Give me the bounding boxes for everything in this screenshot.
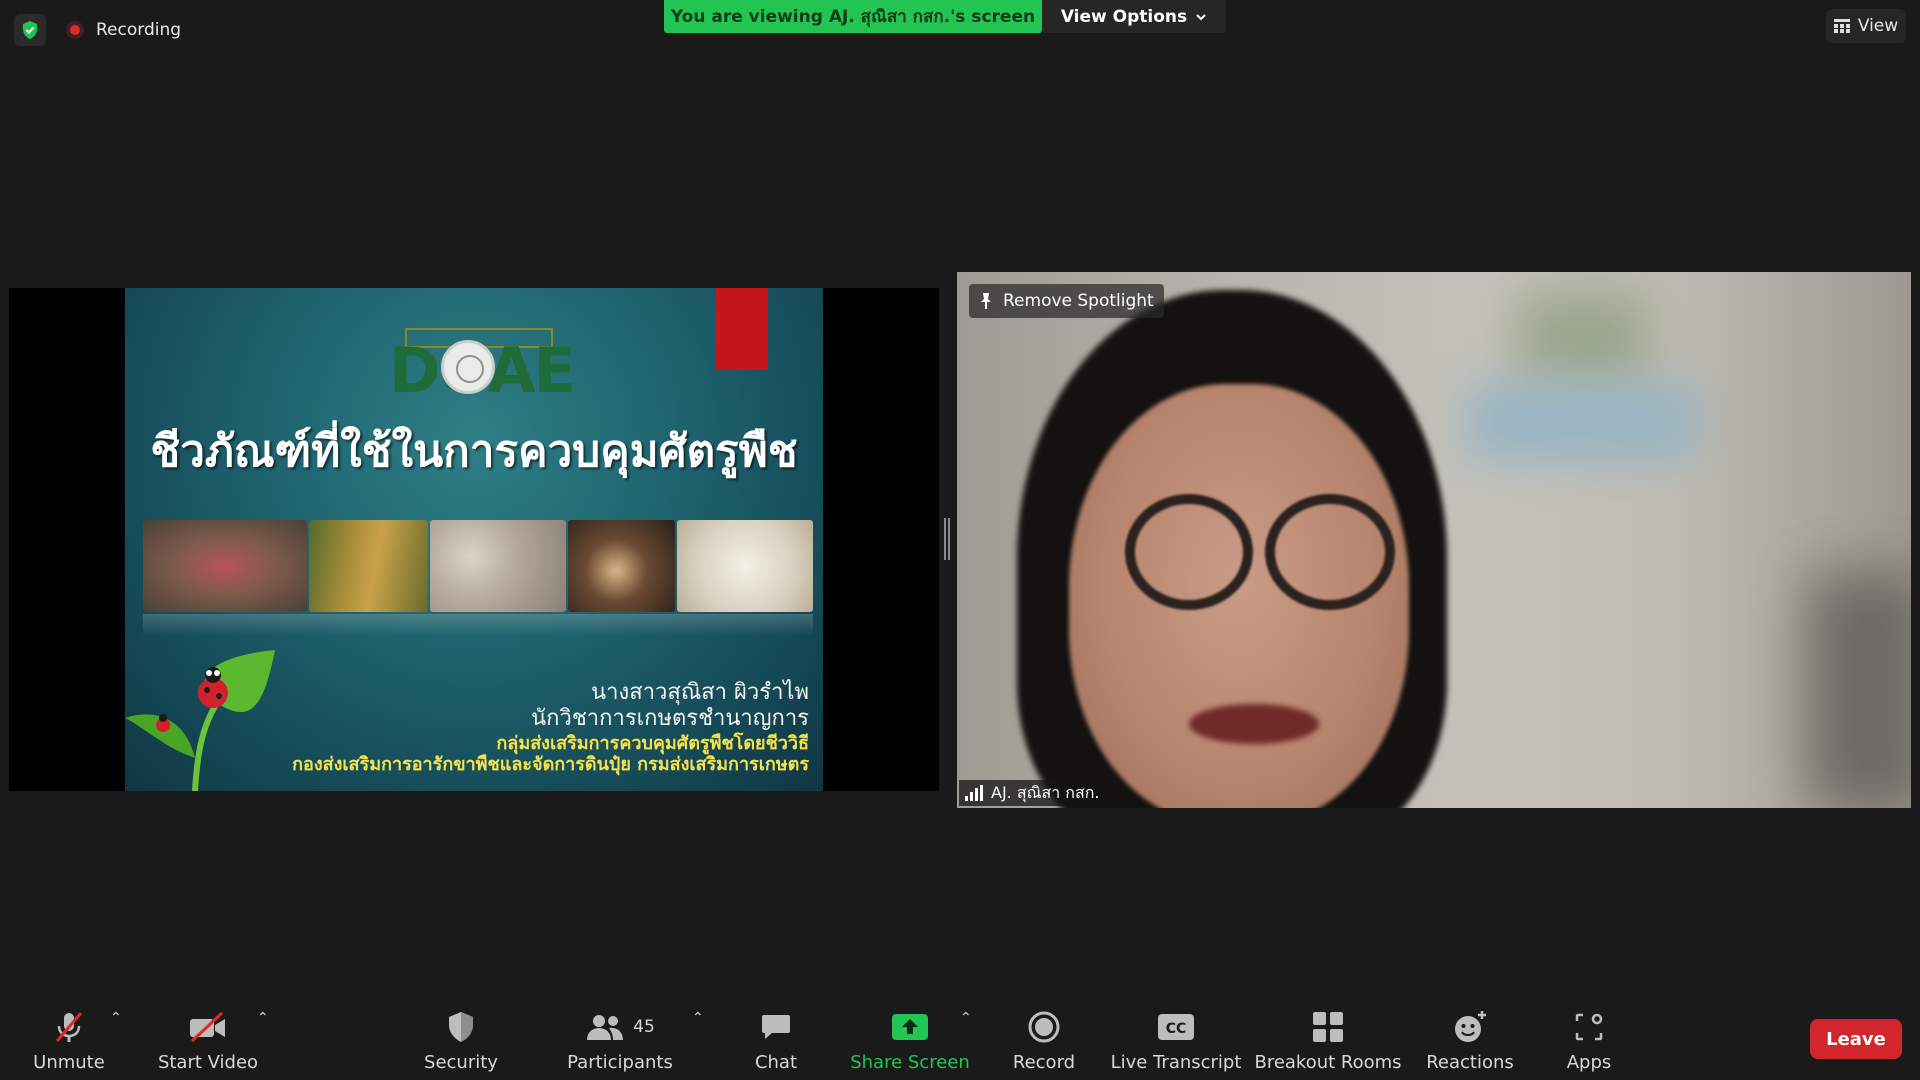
closed-caption-icon: CC	[1157, 1004, 1195, 1050]
recording-label: Recording	[96, 20, 182, 40]
presenter-info: นางสาวสุณิสา ผิวรำไพ นักวิชาการเกษตรชำนา…	[292, 680, 809, 776]
participant-mouth	[1189, 704, 1319, 744]
insect-photo-4	[567, 520, 676, 612]
start-video-label: Start Video	[157, 1052, 259, 1073]
presenter-group: กลุ่มส่งเสริมการควบคุมศัตรูพืชโดยชีววิธี	[496, 732, 809, 754]
photo-strip	[143, 520, 813, 612]
people-icon	[587, 1015, 624, 1040]
security-button[interactable]: Security	[416, 996, 506, 1080]
start-video-button[interactable]: Start Video	[150, 996, 266, 1080]
background-shadow	[1807, 572, 1911, 808]
split-divider-handle[interactable]	[944, 518, 950, 560]
glasses-right-lens	[1265, 494, 1395, 610]
cc-icon-text: CC	[1166, 1021, 1187, 1037]
remove-spotlight-label: Remove Spotlight	[1003, 291, 1154, 311]
view-options-label: View Options	[1060, 6, 1188, 27]
share-screen-button[interactable]: Share Screen	[850, 996, 970, 1080]
insect-photo-1	[143, 520, 307, 612]
presenter-position: นักวิชาการเกษตรชำนาญการ	[531, 706, 809, 732]
participants-count: 45	[633, 1017, 655, 1037]
participants-label: Participants	[567, 1052, 673, 1073]
meeting-toolbar: Unmute ⌃ Start Video ⌃ Security 45 Parti…	[0, 996, 1920, 1080]
breakout-rooms-label: Breakout Rooms	[1254, 1052, 1402, 1073]
seal-icon	[441, 340, 495, 394]
share-screen-label: Share Screen	[850, 1052, 970, 1073]
zoom-meeting-window: { "top_bar": { "recording_label": "Recor…	[0, 0, 1920, 1080]
participant-name: AJ. สุณิสา กสก.	[991, 782, 1100, 802]
participants-icon-group: 45	[585, 1004, 655, 1050]
insect-photo-3	[430, 520, 566, 612]
record-label: Record	[1012, 1052, 1076, 1073]
breakout-rooms-icon	[1312, 1004, 1344, 1050]
unmute-label: Unmute	[33, 1052, 105, 1073]
viewing-screen-banner: You are viewing AJ. สุณิสา กสก.'s screen	[664, 0, 1042, 33]
chat-button[interactable]: Chat	[736, 996, 816, 1080]
shared-screen-pane[interactable]: DOAE ชีวภัณฑ์ที่ใช้ในการควบคุมศัตรูพืช	[9, 288, 939, 791]
presentation-slide: DOAE ชีวภัณฑ์ที่ใช้ในการควบคุมศัตรูพืช	[125, 288, 823, 791]
video-off-icon	[188, 1004, 228, 1050]
chevron-down-icon	[1196, 13, 1206, 20]
doae-logo: DOAE	[389, 328, 599, 407]
insect-photo-2	[308, 520, 429, 612]
share-options-caret-icon[interactable]: ⌃	[960, 1010, 972, 1026]
background-blur	[1467, 382, 1697, 462]
reactions-smiley-icon	[1452, 1004, 1488, 1050]
view-layout-button[interactable]: View	[1826, 9, 1906, 43]
background-plant	[1517, 292, 1647, 382]
photo-reflection	[143, 614, 813, 636]
view-options-button[interactable]: View Options	[1042, 0, 1226, 33]
share-screen-icon	[891, 1004, 929, 1050]
video-options-caret-icon[interactable]: ⌃	[257, 1010, 269, 1026]
slide-title: ชีวภัณฑ์ที่ใช้ในการควบคุมศัตรูพืช	[150, 426, 798, 477]
presenter-name: นางสาวสุณิสา ผิวรำไพ	[591, 680, 809, 705]
audio-options-caret-icon[interactable]: ⌃	[110, 1010, 122, 1026]
encryption-shield-icon[interactable]	[14, 14, 46, 46]
unmute-button[interactable]: Unmute	[22, 996, 116, 1080]
apps-label: Apps	[1566, 1052, 1612, 1073]
record-button[interactable]: Record	[1000, 996, 1088, 1080]
live-transcript-button[interactable]: CC Live Transcript	[1110, 996, 1242, 1080]
record-icon	[1027, 1004, 1061, 1050]
security-label: Security	[424, 1052, 498, 1073]
apps-button[interactable]: Apps	[1548, 996, 1630, 1080]
recording-dot-icon	[66, 21, 84, 39]
glasses-left-lens	[1125, 494, 1253, 610]
apps-icon	[1574, 1004, 1604, 1050]
grid-layout-icon	[1833, 19, 1850, 33]
slide-red-accent	[716, 288, 768, 370]
security-shield-icon	[446, 1004, 476, 1050]
leave-button[interactable]: Leave	[1810, 1019, 1902, 1059]
insect-photo-5	[677, 520, 813, 612]
participant-video-tile[interactable]: Remove Spotlight AJ. สุณิสา กสก.	[957, 272, 1911, 808]
breakout-rooms-button[interactable]: Breakout Rooms	[1254, 996, 1402, 1080]
view-label: View	[1857, 16, 1899, 36]
chat-label: Chat	[754, 1052, 798, 1073]
participants-button[interactable]: 45 Participants	[566, 996, 674, 1080]
participants-options-caret-icon[interactable]: ⌃	[692, 1010, 704, 1026]
pin-icon	[981, 293, 991, 309]
remove-spotlight-button[interactable]: Remove Spotlight	[969, 284, 1164, 318]
presenter-division: กองส่งเสริมการอารักขาพืชและจัดการดินปุ๋ย…	[292, 754, 809, 776]
connection-signal-icon	[965, 785, 983, 801]
chat-bubble-icon	[760, 1004, 792, 1050]
reactions-button[interactable]: Reactions	[1420, 996, 1520, 1080]
muted-microphone-icon	[51, 1004, 87, 1050]
live-transcript-label: Live Transcript	[1110, 1052, 1242, 1073]
reactions-label: Reactions	[1426, 1052, 1514, 1073]
participant-name-tag: AJ. สุณิสา กสก.	[959, 780, 1106, 806]
recording-indicator[interactable]: Recording	[66, 14, 181, 46]
ladybug-leaf-illustration	[125, 650, 275, 791]
